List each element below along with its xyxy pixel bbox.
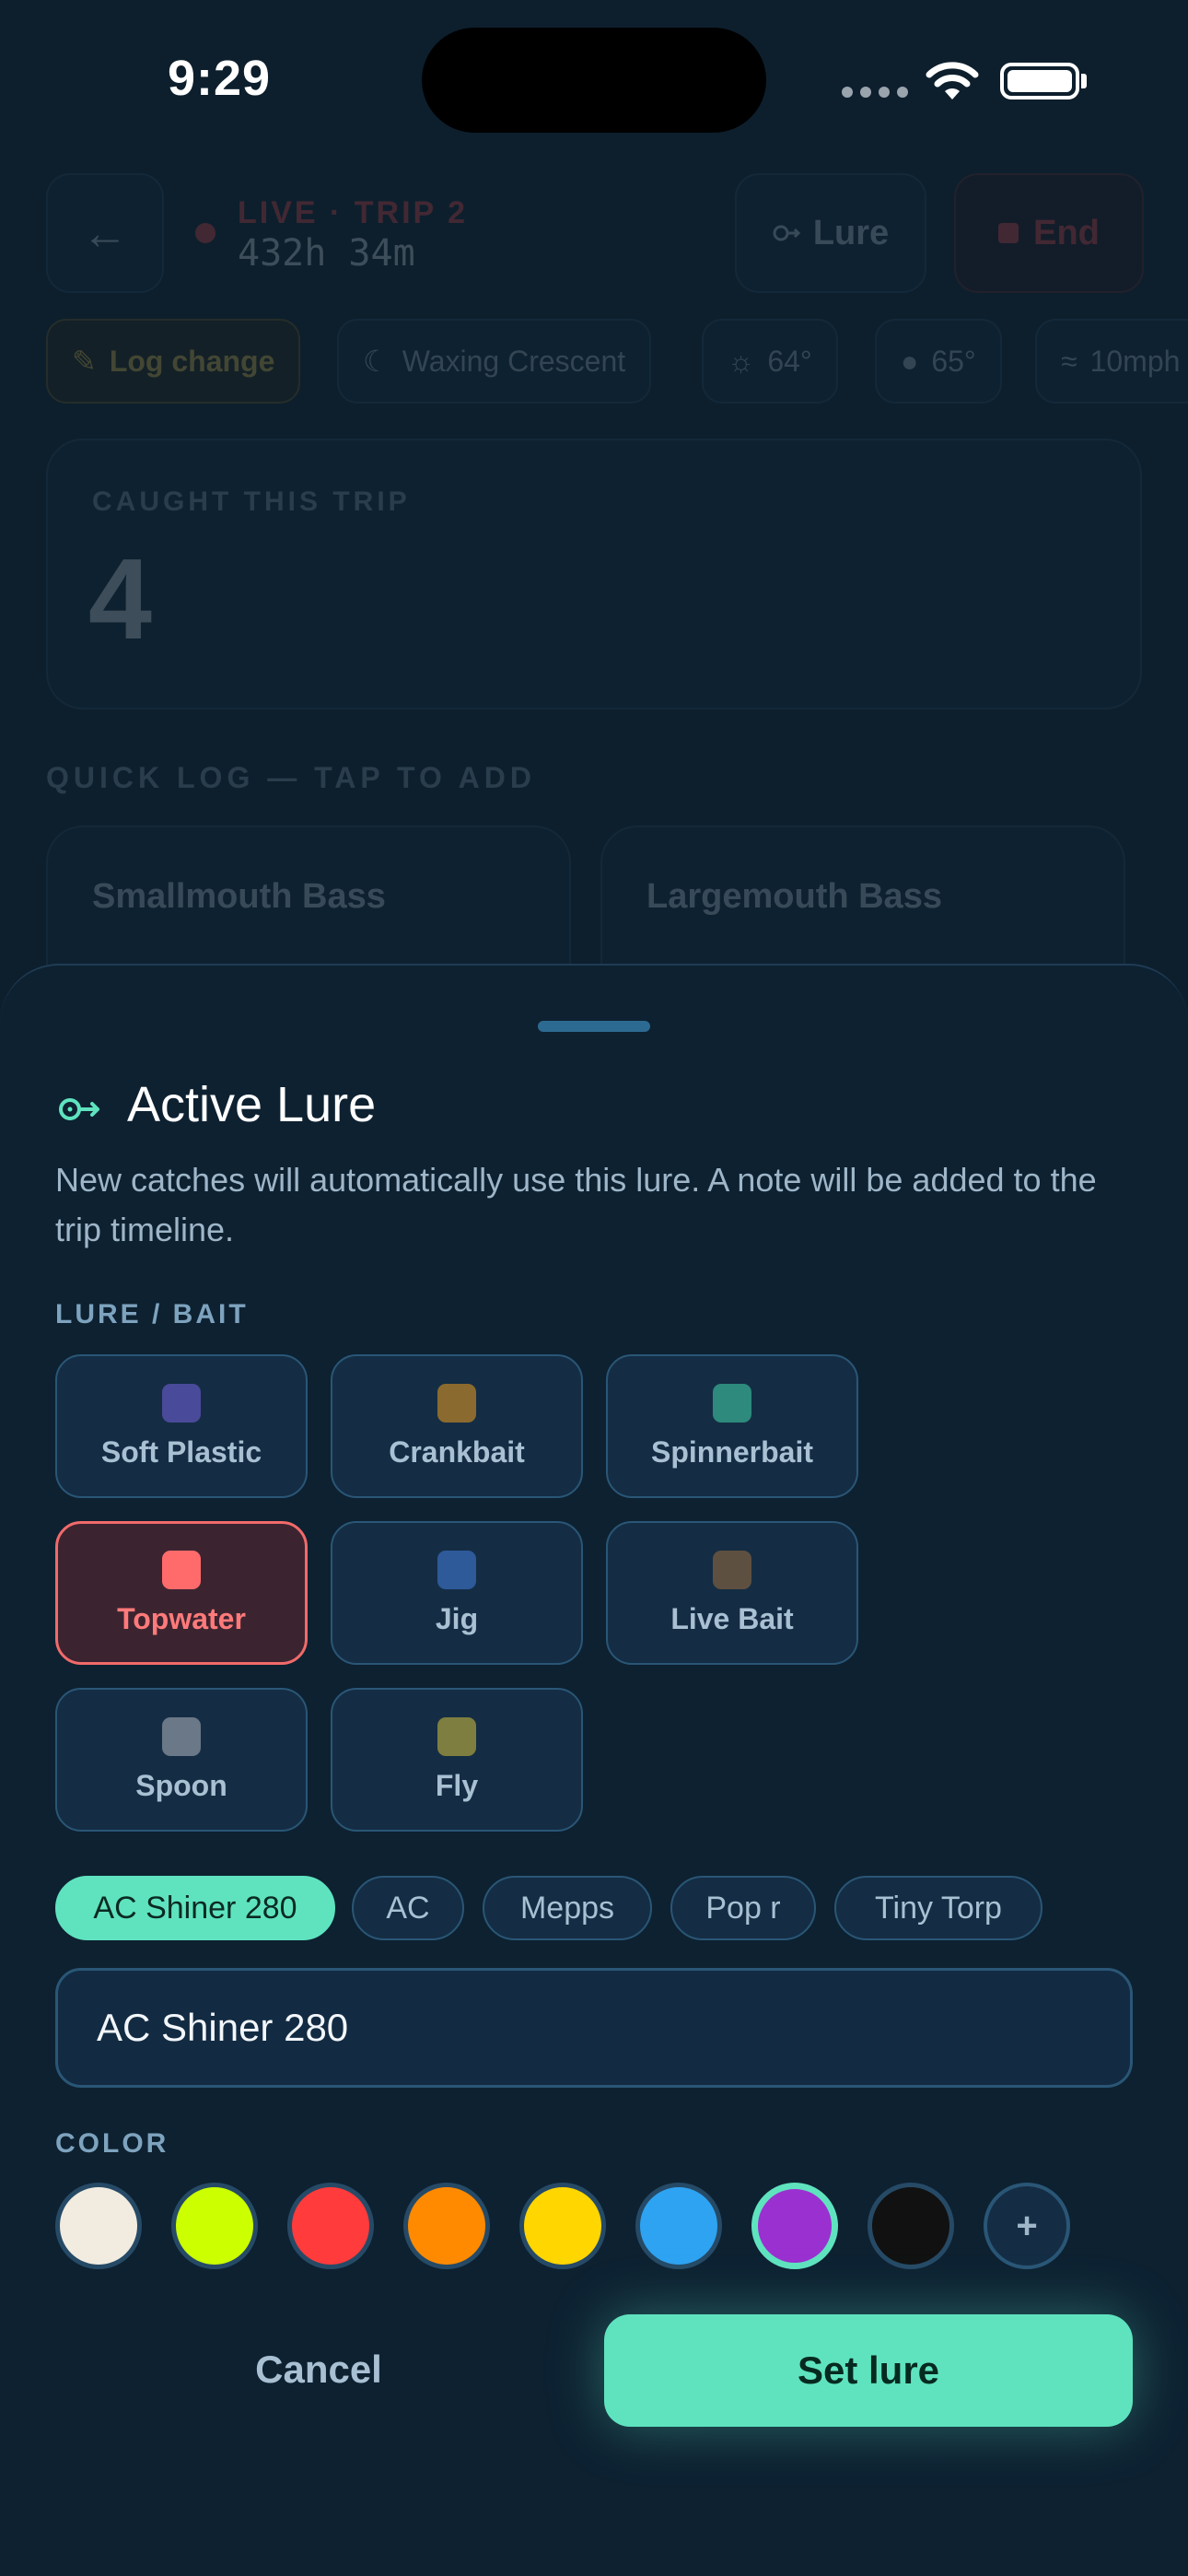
color-swatch-orange[interactable]: [403, 2183, 490, 2269]
lure-swatch: [162, 1550, 201, 1589]
recent-lure-chip[interactable]: Mepps: [483, 1876, 652, 1940]
caught-card: [46, 439, 1142, 709]
lure-type-label: Fly: [435, 1768, 479, 1802]
recent-lure-chip[interactable]: Tiny Torp: [834, 1876, 1042, 1940]
lure-type-label: Spoon: [135, 1768, 227, 1802]
live-indicator-dot: [195, 223, 215, 243]
arrow-left-icon: ←: [82, 207, 128, 259]
color-swatch-blue[interactable]: [635, 2183, 722, 2269]
color-swatch-red[interactable]: [287, 2183, 374, 2269]
sheet-drag-handle[interactable]: [538, 1021, 650, 1032]
moon-icon: ☾: [363, 345, 390, 378]
live-trip-label: LIVE · TRIP 2: [238, 195, 468, 230]
color-section-label: COLOR: [55, 2128, 169, 2159]
elapsed-time: 432h 34m: [238, 232, 415, 275]
chip-label: 10mph: [1089, 344, 1181, 378]
cancel-button[interactable]: Cancel: [162, 2331, 475, 2408]
wind-icon: ≈: [1061, 344, 1077, 378]
lure-swatch: [437, 1550, 476, 1589]
lure-type-topwater[interactable]: Topwater: [55, 1521, 308, 1665]
lure-type-label: Spinnerbait: [650, 1434, 813, 1469]
color-swatch-yellow[interactable]: [519, 2183, 606, 2269]
lure-button-label: Lure: [812, 213, 890, 252]
sheet-description: New catches will automatically use this …: [55, 1161, 1097, 1248]
water-temp-chip: ● 65°: [875, 319, 1002, 404]
recent-lure-chip[interactable]: AC Shiner 280: [55, 1876, 335, 1940]
chip-label: 65°: [931, 344, 976, 378]
lure-type-soft-plastic[interactable]: Soft Plastic: [55, 1354, 308, 1498]
lure-type-label: Crankbait: [389, 1434, 525, 1469]
lure-swatch: [437, 1383, 476, 1423]
chip-label: Log change: [109, 344, 275, 378]
caught-count: 4: [88, 536, 152, 663]
lure-type-label: Live Bait: [670, 1601, 794, 1635]
recent-lure-chip[interactable]: Pop r: [670, 1876, 816, 1940]
quick-log-title: QUICK LOG — TAP TO ADD: [46, 761, 536, 794]
water-drop-icon: ●: [901, 344, 919, 378]
air-temp-chip: ☼ 64°: [702, 319, 838, 404]
background-screen: ← LIVE · TRIP 2 432h 34m Lure End ✎ Log c…: [0, 0, 1188, 1047]
lure-type-label: Jig: [435, 1601, 479, 1635]
color-swatch-white[interactable]: [55, 2183, 142, 2269]
species-name: Smallmouth Bass: [92, 877, 386, 916]
log-change-chip[interactable]: ✎ Log change: [46, 319, 301, 404]
recent-lure-chip[interactable]: AC: [352, 1876, 464, 1940]
lure-swatch: [437, 1716, 476, 1756]
lure-type-spinnerbait[interactable]: Spinnerbait: [606, 1354, 858, 1498]
lure-swatch: [162, 1383, 201, 1423]
back-button[interactable]: ←: [46, 173, 164, 293]
end-button-label: End: [1033, 213, 1100, 252]
lure-type-spoon[interactable]: Spoon: [55, 1688, 308, 1832]
caught-label: CAUGHT THIS TRIP: [92, 486, 411, 517]
wind-chip: ≈10mph: [1035, 319, 1188, 404]
color-swatch-chartreuse[interactable]: [171, 2183, 258, 2269]
sheet-title: Active Lure: [127, 1077, 377, 1132]
lure-type-label: Topwater: [117, 1601, 246, 1635]
lure-swatch: [162, 1716, 201, 1756]
lure-swatch: [713, 1550, 751, 1589]
chip-label: Waxing Crescent: [402, 344, 626, 378]
lure-swatch: [713, 1383, 751, 1423]
lure-icon: [773, 225, 800, 241]
lure-type-label: Soft Plastic: [100, 1434, 262, 1469]
lure-name-input[interactable]: [55, 1968, 1133, 2088]
color-swatch-black[interactable]: [868, 2183, 954, 2269]
moon-phase-chip: ☾ Waxing Crescent: [337, 319, 652, 404]
set-lure-button[interactable]: Set lure: [604, 2314, 1133, 2427]
lure-type-crankbait[interactable]: Crankbait: [331, 1354, 583, 1498]
stop-icon: [998, 223, 1019, 243]
species-name: Largemouth Bass: [646, 877, 942, 916]
sun-icon: ☼: [728, 344, 755, 378]
end-trip-button[interactable]: End: [954, 173, 1144, 293]
lure-section-label: LURE / BAIT: [55, 1299, 249, 1329]
add-color-button[interactable]: +: [984, 2183, 1070, 2269]
lure-type-fly[interactable]: Fly: [331, 1688, 583, 1832]
color-swatch-purple[interactable]: [751, 2183, 838, 2269]
lure-type-live-bait[interactable]: Live Bait: [606, 1521, 858, 1665]
chip-label: 64°: [767, 344, 812, 378]
lure-type-jig[interactable]: Jig: [331, 1521, 583, 1665]
lure-button[interactable]: Lure: [735, 173, 926, 293]
edit-icon: ✎: [72, 345, 97, 378]
lure-icon: [59, 1098, 99, 1120]
